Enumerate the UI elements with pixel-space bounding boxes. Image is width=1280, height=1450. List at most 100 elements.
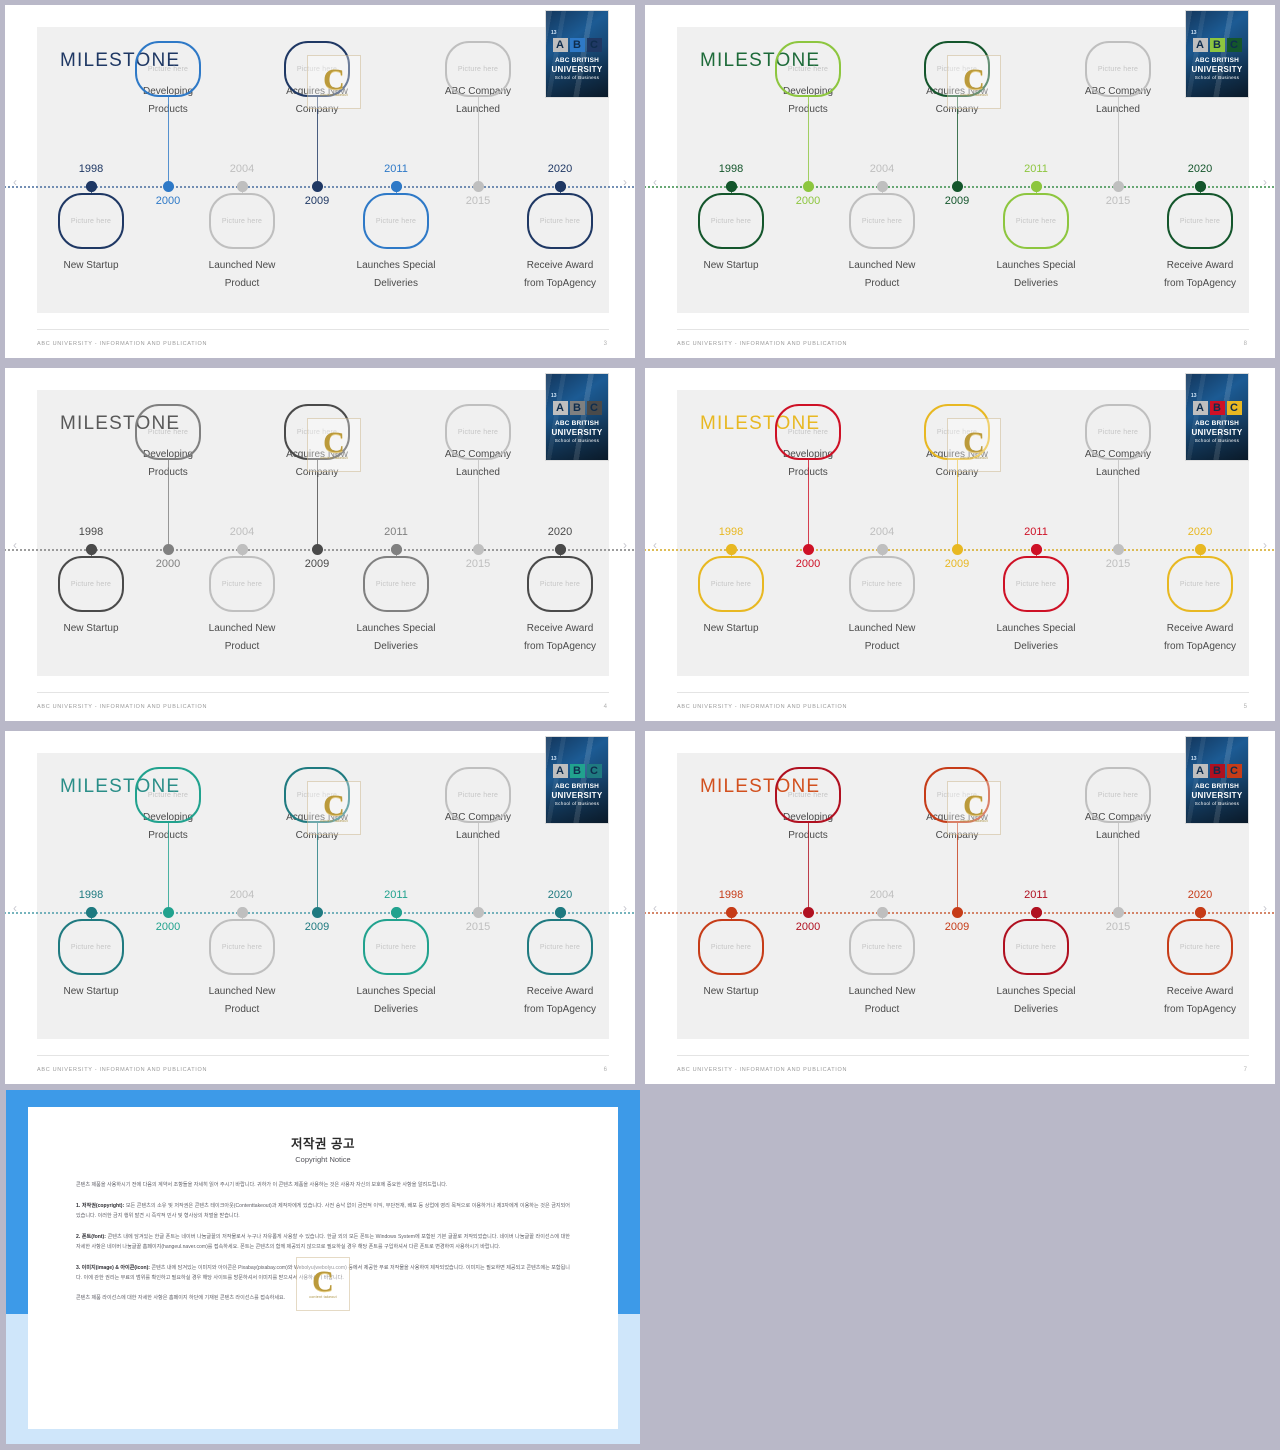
milestone-dot[interactable] [1194,181,1206,192]
milestone-picture-placeholder[interactable]: Picture here [58,556,124,612]
milestone-dot[interactable] [951,907,963,918]
milestone-picture-placeholder[interactable]: Picture here [445,404,511,460]
milestone-dot[interactable] [554,181,566,192]
milestone-dot[interactable] [876,907,888,918]
milestone-picture-placeholder[interactable]: Picture here [135,767,201,823]
slide[interactable]: MILESTONE 13 A B C ABC BRITISH UNIVERSITY Schoo… [645,5,1275,358]
milestone-picture-placeholder[interactable]: Picture here [849,919,915,975]
milestone-picture-placeholder[interactable]: Picture here [1085,767,1151,823]
picture-placeholder-label: Picture here [221,580,263,588]
milestone-picture-placeholder[interactable]: Picture here [135,41,201,97]
milestone-picture-placeholder[interactable]: Picture here [527,193,593,249]
milestone-picture-placeholder[interactable]: Picture here [209,193,275,249]
next-slide-arrow[interactable]: › [1263,901,1267,915]
copyright-slide[interactable]: 저작권 공고 Copyright Notice 콘텐츠 제품을 사용하시기 전에… [6,1090,640,1444]
milestone-picture-placeholder[interactable]: Picture here [775,41,841,97]
milestone-dot[interactable] [85,907,97,918]
prev-slide-arrow[interactable]: ‹ [13,538,17,552]
milestone-dot[interactable] [725,544,737,555]
next-slide-arrow[interactable]: › [623,538,627,552]
milestone-dot[interactable] [802,907,814,918]
milestone-picture-placeholder[interactable]: Picture here [1167,919,1233,975]
milestone-dot[interactable] [311,181,323,192]
slide[interactable]: MILESTONE 13 A B C ABC BRITISH UNIVERSITY Schoo… [5,368,635,721]
milestone-dot[interactable] [725,181,737,192]
milestone-picture-placeholder[interactable]: Picture here [1003,919,1069,975]
milestone-picture-placeholder[interactable]: Picture here [1003,193,1069,249]
milestone-dot[interactable] [236,544,248,555]
milestone-picture-placeholder[interactable]: Picture here [698,919,764,975]
milestone-dot[interactable] [85,544,97,555]
milestone-picture-placeholder[interactable]: Picture here [135,404,201,460]
slide[interactable]: MILESTONE 13 A B C ABC BRITISH UNIVERSITY Schoo… [5,731,635,1084]
milestone-dot[interactable] [472,544,484,555]
milestone-dot[interactable] [725,907,737,918]
milestone-dot[interactable] [1194,907,1206,918]
milestone-caption: Receive Award from TopAgency [523,260,597,289]
milestone-dot[interactable] [1112,907,1124,918]
milestone-dot[interactable] [390,907,402,918]
milestone-dot[interactable] [554,544,566,555]
next-slide-arrow[interactable]: › [1263,175,1267,189]
milestone-dot[interactable] [311,544,323,555]
milestone-picture-placeholder[interactable]: Picture here [209,556,275,612]
prev-slide-arrow[interactable]: ‹ [653,901,657,915]
milestone-dot[interactable] [311,907,323,918]
milestone-picture-placeholder[interactable]: Picture here [209,919,275,975]
milestone-picture-placeholder[interactable]: Picture here [445,41,511,97]
milestone-dot[interactable] [472,907,484,918]
milestone-dot[interactable] [390,181,402,192]
milestone-picture-placeholder[interactable]: Picture here [1003,556,1069,612]
milestone-dot[interactable] [554,907,566,918]
milestone-picture-placeholder[interactable]: Picture here [849,556,915,612]
prev-slide-arrow[interactable]: ‹ [653,538,657,552]
milestone-picture-placeholder[interactable]: Picture here [1085,404,1151,460]
milestone-picture-placeholder[interactable]: Picture here [1167,556,1233,612]
milestone-picture-placeholder[interactable]: Picture here [698,193,764,249]
milestone-picture-placeholder[interactable]: Picture here [775,767,841,823]
milestone-picture-placeholder[interactable]: Picture here [445,767,511,823]
prev-slide-arrow[interactable]: ‹ [653,175,657,189]
milestone-dot[interactable] [802,181,814,192]
milestone-dot[interactable] [1030,544,1042,555]
next-slide-arrow[interactable]: › [623,175,627,189]
milestone-picture-placeholder[interactable]: Picture here [363,193,429,249]
milestone-dot[interactable] [802,544,814,555]
milestone-picture-placeholder[interactable]: Picture here [58,193,124,249]
milestone-dot[interactable] [162,907,174,918]
milestone-dot[interactable] [951,544,963,555]
milestone-dot[interactable] [1112,544,1124,555]
milestone-dot[interactable] [876,181,888,192]
next-slide-arrow[interactable]: › [1263,538,1267,552]
next-slide-arrow[interactable]: › [623,901,627,915]
slide[interactable]: MILESTONE 13 A B C ABC BRITISH UNIVERSITY Schoo… [645,731,1275,1084]
milestone-dot[interactable] [85,181,97,192]
prev-slide-arrow[interactable]: ‹ [13,175,17,189]
milestone-dot[interactable] [876,544,888,555]
milestone-dot[interactable] [236,181,248,192]
milestone-picture-placeholder[interactable]: Picture here [58,919,124,975]
prev-slide-arrow[interactable]: ‹ [13,901,17,915]
milestone-dot[interactable] [1194,544,1206,555]
milestone-picture-placeholder[interactable]: Picture here [775,404,841,460]
milestone-dot[interactable] [162,181,174,192]
milestone-dot[interactable] [1112,181,1124,192]
milestone-dot[interactable] [1030,181,1042,192]
milestone-dot[interactable] [390,544,402,555]
milestone-dot[interactable] [236,907,248,918]
slide[interactable]: MILESTONE 13 A B C ABC BRITISH UNIVERSITY Schoo… [645,368,1275,721]
milestone-picture-placeholder[interactable]: Picture here [527,556,593,612]
milestone-picture-placeholder[interactable]: Picture here [1167,193,1233,249]
milestone-picture-placeholder[interactable]: Picture here [527,919,593,975]
milestone-picture-placeholder[interactable]: Picture here [1085,41,1151,97]
milestone-dot[interactable] [1030,907,1042,918]
milestone-picture-placeholder[interactable]: Picture here [849,193,915,249]
milestone-picture-placeholder[interactable]: Picture here [363,556,429,612]
milestone-picture-placeholder[interactable]: Picture here [363,919,429,975]
milestone-picture-placeholder[interactable]: Picture here [698,556,764,612]
slide[interactable]: MILESTONE 13 A B C ABC BRITISH UNIVERSITY Schoo… [5,5,635,358]
picture-placeholder-label: Picture here [1097,791,1139,799]
milestone-dot[interactable] [951,181,963,192]
milestone-dot[interactable] [472,181,484,192]
milestone-dot[interactable] [162,544,174,555]
